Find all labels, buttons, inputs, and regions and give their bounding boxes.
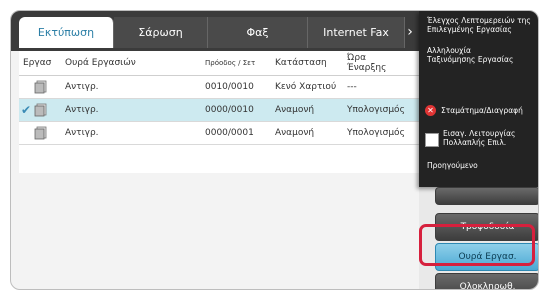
multi-select-checkbox[interactable] [425,133,439,147]
menu-item-job-details-line1: Έλεγχος Λεπτομερειών της [427,16,531,25]
row-start: --- [347,82,357,92]
row-start: Υπολογισμός [347,105,405,115]
tab-fax[interactable]: Φαξ [208,17,308,48]
row-progress: 0010/0010 [205,82,254,92]
header-start-line1: Ώρα [347,53,367,63]
menu-item-previous[interactable]: Προηγούμενο [427,161,478,170]
tab-scan[interactable]: Σάρωση [114,17,208,48]
tab-print[interactable]: Εκτύπωση [19,17,114,48]
job-queue-table: Εργασ Ουρά Εργασιών Πρόοδος / Σετ Κατάστ… [19,51,419,173]
menu-item-multi-select-line2: Πολλαπλής Επιλ. [443,138,507,147]
row-progress: 0000/0010 [205,105,254,115]
stop-delete-icon: ✕ [425,105,436,116]
header-queue: Ουρά Εργασιών [65,58,136,68]
menu-item-stop-delete[interactable]: Σταμάτημα/Διαγραφή [441,106,523,115]
completed-button[interactable]: Ολοκληρωθ. [435,273,538,289]
chevron-right-icon[interactable]: › [401,21,419,43]
top-button[interactable] [435,187,538,205]
header-progress: Πρόοδος / Σετ [205,59,256,67]
menu-item-multi-select[interactable]: Εισαγ. Λειτουργίας Πολλαπλής Επιλ. [443,129,515,147]
copy-job-icon [34,126,47,140]
header-start-time: Ώρα Έναρξης [347,53,386,77]
menu-item-job-details-line2: Επιλεγμένης Εργασίας [427,25,512,34]
menu-item-job-details[interactable]: Έλεγχος Λεπτομερειών της Επιλεγμένης Εργ… [427,16,531,34]
header-status: Κατάσταση [275,58,327,68]
action-menu: Έλεγχος Λεπτομερειών της Επιλεγμένης Εργ… [419,11,538,187]
row-status: Κενό Χαρτιού [275,82,337,92]
highlight-box [419,224,535,266]
row-start: Υπολογισμός [347,128,405,138]
table-header: Εργασ Ουρά Εργασιών Πρόοδος / Σετ Κατάστ… [19,51,419,76]
row-status: Αναμονή [275,105,315,115]
menu-item-sort-order-line2: Ταξινόμησης Εργασίας [427,55,514,64]
device-panel-frame: Εκτύπωση Σάρωση Φαξ Internet Fax › Εργασ… [0,0,549,295]
menu-item-sort-order-line1: Αλληλουχία [427,46,471,55]
row-queue: Αντιγρ. [65,82,99,92]
copy-job-icon [34,80,47,94]
table-row[interactable]: ✔ Αντιγρ. 0000/0010 Αναμονή Υπολογισμός [19,99,419,122]
row-queue: Αντιγρ. [65,128,99,138]
check-icon: ✔ [21,103,32,117]
row-queue: Αντιγρ. [65,105,99,115]
copy-job-icon [34,103,47,117]
table-row[interactable]: Αντιγρ. 0010/0010 Κενό Χαρτιού --- [19,76,419,99]
header-start-line2: Έναρξης [347,63,387,73]
table-row[interactable]: Αντιγρ. 0000/0001 Αναμονή Υπολογισμός [19,122,419,145]
menu-item-sort-order[interactable]: Αλληλουχία Ταξινόμησης Εργασίας [427,46,513,64]
header-job: Εργασ [23,58,52,68]
row-progress: 0000/0001 [205,128,254,138]
menu-item-multi-select-line1: Εισαγ. Λειτουργίας [443,129,516,138]
tab-internet-fax[interactable]: Internet Fax [308,17,405,48]
row-status: Αναμονή [275,128,315,138]
